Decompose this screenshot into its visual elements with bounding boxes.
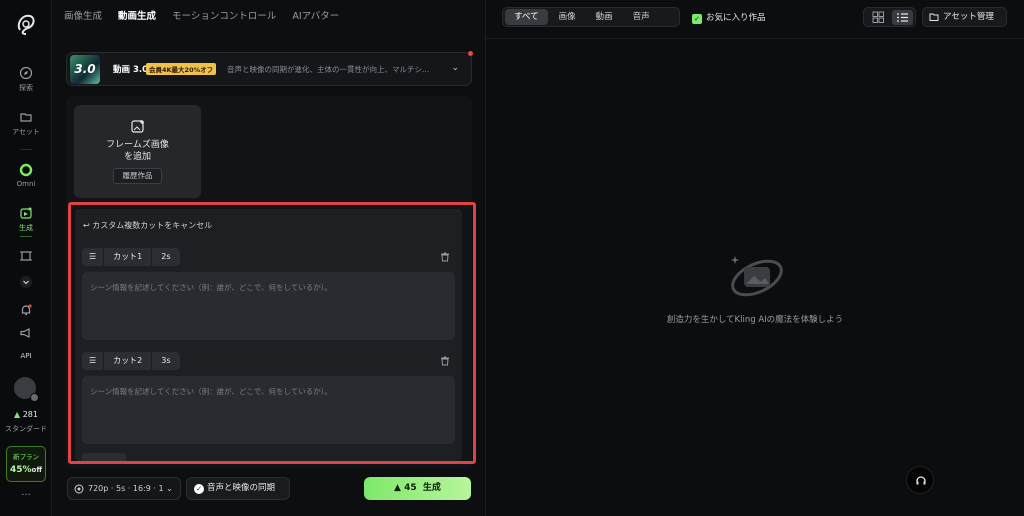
avatar-switch-icon [30, 393, 39, 402]
plan-label: スタンダード [5, 425, 47, 433]
folder-icon [20, 113, 32, 122]
sidebar-item-omni[interactable]: Omni [0, 163, 52, 188]
history-button[interactable]: 履歴作品 [113, 168, 162, 184]
sidebar-item-label: アセット [12, 128, 40, 136]
generate-icon [20, 207, 32, 219]
model-selector[interactable]: 3.0 動画 3.0 会員4K最大20%オフ 音声と映像の同期が進化、主体の一貫… [66, 51, 473, 86]
rail-divider [20, 149, 32, 150]
promo-title: 新プラン [13, 453, 39, 461]
expand-chevron-icon[interactable] [19, 275, 33, 289]
credits-count: ▲ 281 [14, 410, 38, 419]
flame-icon: ▲ [394, 483, 401, 493]
megaphone-icon[interactable] [19, 326, 33, 340]
media-filter: すべて 画像 動画 音声 [502, 7, 680, 27]
chevron-down-icon: ⌄ [166, 484, 173, 493]
more-icon[interactable]: ··· [0, 490, 52, 501]
chevron-down-icon: ⌄ [451, 63, 459, 73]
filter-image[interactable]: 画像 [550, 9, 585, 25]
filter-audio[interactable]: 音声 [624, 9, 659, 25]
sidebar-item-generate[interactable]: 生成 [0, 206, 52, 233]
crop-icon[interactable] [19, 249, 33, 263]
sidebar-item-label: 生成 [19, 224, 33, 232]
add-image-icon [131, 120, 144, 133]
video-options-dropdown[interactable]: 720p · 5s · 16:9 · 1 ⌄ [67, 477, 181, 500]
header-divider [486, 38, 1024, 39]
notification-dot [468, 51, 473, 56]
empty-gallery-icon [731, 256, 783, 297]
add-frames-label: フレームズ画像 を追加 [106, 140, 169, 162]
settings-icon [74, 484, 84, 494]
omni-ring-icon [19, 163, 33, 177]
filter-video[interactable]: 動画 [587, 9, 622, 25]
sidebar-item-assets[interactable]: アセット [0, 110, 52, 137]
checkbox-icon: ✓ [692, 14, 702, 24]
active-indicator [20, 236, 32, 237]
left-rail: 探索 アセット Omni 生成 API ▲ 281 スタンダード 新プラン 45… [0, 0, 52, 516]
add-frames-card[interactable]: フレームズ画像 を追加 履歴作品 [74, 105, 201, 198]
tab-video[interactable]: 動画生成 [118, 8, 156, 24]
asset-manager-button[interactable]: アセット管理 [922, 7, 1007, 27]
sidebar-item-api[interactable]: API [0, 352, 52, 360]
grid-view-icon[interactable] [868, 11, 888, 24]
tab-motion[interactable]: モーションコントロール [172, 8, 276, 24]
check-circle-icon: ✓ [194, 484, 204, 494]
promo-banner[interactable]: 新プラン 45%off [6, 446, 46, 482]
kling-logo-icon[interactable] [14, 12, 38, 36]
tab-avatar[interactable]: AIアバター [292, 8, 339, 24]
favorites-checkbox[interactable]: ✓ お気に入り作品 [692, 11, 766, 24]
generate-button[interactable]: ▲ 45 生成 [364, 477, 471, 500]
av-sync-toggle[interactable]: ✓ 音声と映像の同期 [186, 477, 290, 500]
folder-icon [929, 13, 939, 21]
sidebar-item-label: Omni [16, 180, 36, 188]
bell-icon[interactable] [19, 303, 33, 317]
promo-value: 45%off [9, 465, 43, 475]
list-view-icon[interactable] [892, 10, 913, 25]
top-nav: 画像生成 動画生成 モーションコントロール AIアバター [64, 8, 339, 24]
headset-icon [916, 476, 926, 485]
empty-state-text: 創造力を生かしてKling AIの魔法を体験しよう [666, 315, 844, 325]
view-toggle [863, 7, 916, 27]
compass-icon [19, 66, 33, 80]
tab-image[interactable]: 画像生成 [64, 8, 102, 24]
model-thumbnail: 3.0 [70, 55, 100, 84]
sidebar-item-explore[interactable]: 探索 [0, 66, 52, 93]
model-description: 音声と映像の同期が進化、主体の一貫性が向上、マルチシ... [227, 65, 430, 74]
support-button[interactable] [906, 466, 934, 494]
sidebar-item-label: 探索 [19, 84, 33, 92]
filter-all[interactable]: すべて [505, 9, 548, 25]
highlight-box [68, 202, 476, 464]
discount-badge: 会員4K最大20%オフ [146, 63, 217, 75]
model-name: 動画 3.0 [113, 65, 149, 75]
